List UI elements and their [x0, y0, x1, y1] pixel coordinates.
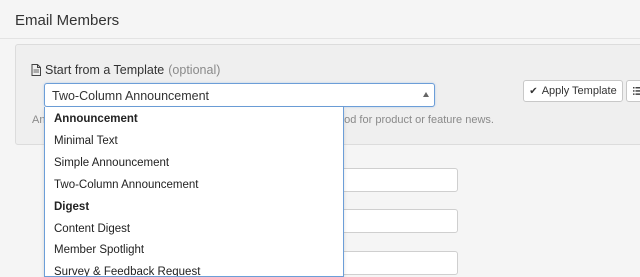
dropdown-option[interactable]: Two-Column Announcement [54, 179, 198, 191]
dropdown-option[interactable]: Simple Announcement [54, 157, 169, 169]
template-section-heading: Start from a Template (optional) [31, 63, 220, 77]
dropdown-group-digest: Digest [54, 201, 89, 213]
dropdown-option[interactable]: Content Digest [54, 223, 130, 235]
optional-label: (optional) [168, 63, 220, 77]
title-divider [0, 38, 640, 39]
caret-up-icon [423, 92, 429, 97]
check-icon: ✔ [529, 86, 537, 97]
dropdown-group-announcement: Announcement [54, 113, 138, 125]
template-list-button[interactable] [626, 80, 640, 102]
list-icon [633, 87, 640, 95]
document-icon [31, 64, 41, 76]
apply-template-button[interactable]: ✔ Apply Template [523, 80, 623, 102]
template-select-value: Two-Column Announcement [52, 89, 209, 103]
template-select[interactable]: Two-Column Announcement [44, 83, 435, 107]
form-field-3[interactable] [340, 251, 458, 275]
section-heading-text: Start from a Template [45, 63, 164, 77]
dropdown-option[interactable]: Member Spotlight [54, 244, 144, 256]
apply-template-label: Apply Template [542, 85, 617, 97]
dropdown-option[interactable]: Minimal Text [54, 135, 118, 147]
form-field-2[interactable] [340, 209, 458, 233]
form-field-1[interactable] [340, 168, 458, 192]
dropdown-option[interactable]: Survey & Feedback Request [54, 266, 200, 277]
template-dropdown-list: Announcement Minimal Text Simple Announc… [44, 107, 344, 277]
page-title: Email Members [15, 12, 119, 29]
